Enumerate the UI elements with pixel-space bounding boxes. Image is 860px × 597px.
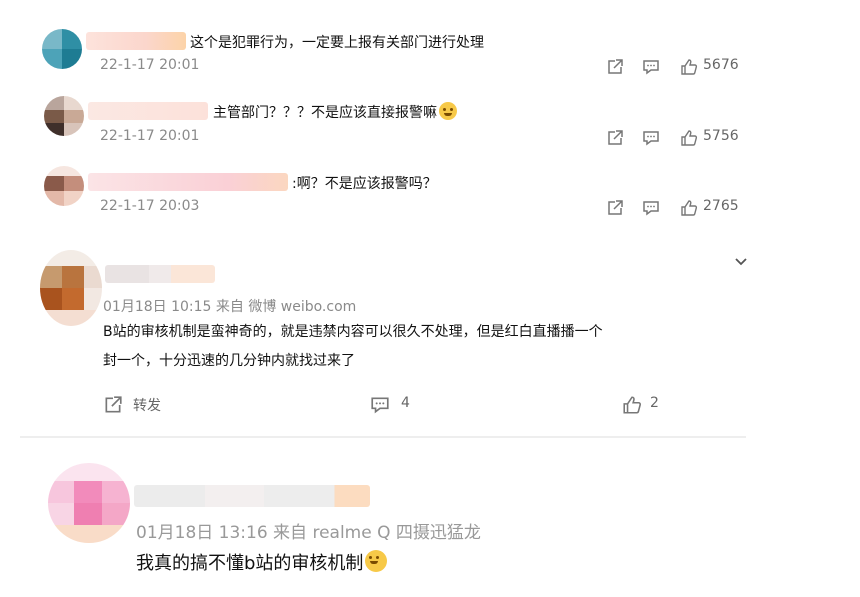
reply-list: 这个是犯罪行为，一定要上报有关部门进行处理 22-1-17 20:01 5676… — [20, 0, 742, 235]
emoji-icon — [439, 102, 457, 120]
share-icon[interactable] — [606, 199, 624, 217]
avatar[interactable] — [42, 29, 82, 69]
username-blurred[interactable] — [134, 485, 370, 507]
reply-text: 主管部门？？？不是应该直接报警嘛 — [213, 102, 457, 122]
comment-count: 4 — [401, 395, 410, 411]
thumbs-up-icon[interactable] — [680, 58, 698, 76]
reply-time: 22-1-17 20:03 — [100, 198, 200, 214]
comment-text: 我真的搞不懂b站的审核机制 — [136, 549, 388, 575]
reply-text: 这个是犯罪行为，一定要上报有关部门进行处理 — [190, 35, 484, 51]
divider — [20, 436, 746, 438]
comment-icon[interactable] — [642, 199, 660, 217]
avatar[interactable] — [44, 96, 84, 136]
weibo-comment: 01月18日 13:16 来自 realme Q 四摄迅猛龙 我真的搞不懂b站的… — [20, 445, 756, 595]
like-count: 5756 — [703, 128, 739, 144]
reply-time: 22-1-17 20:01 — [100, 128, 200, 144]
grinning-sweat-emoji-icon — [365, 550, 388, 572]
thumbs-up-icon[interactable] — [680, 129, 698, 147]
comment-icon[interactable] — [642, 58, 660, 76]
reply-text: :啊？不是应该报警吗？ — [292, 176, 437, 192]
avatar[interactable] — [40, 250, 102, 326]
like-count: 2765 — [703, 198, 739, 214]
weibo-comment: 01月18日 10:15 来自 微博 weibo.com B站的审核机制是蛮神奇… — [20, 238, 747, 434]
comment-icon[interactable] — [642, 129, 660, 147]
avatar[interactable] — [48, 463, 130, 543]
username-blurred[interactable] — [105, 265, 215, 283]
comment-text-line1: B站的审核机制是蛮神奇的，就是违禁内容可以很久不处理，但是红白直播播一个 — [103, 324, 603, 340]
chevron-down-icon[interactable] — [732, 252, 750, 270]
like-count: 5676 — [703, 57, 739, 73]
comment-meta: 01月18日 10:15 来自 微博 weibo.com — [103, 299, 357, 315]
comment-icon[interactable] — [370, 395, 390, 415]
repost-label[interactable]: 转发 — [133, 395, 161, 415]
username-blurred[interactable] — [86, 32, 186, 50]
thumbs-up-icon[interactable] — [680, 199, 698, 217]
share-icon[interactable] — [606, 58, 624, 76]
username-blurred[interactable] — [88, 173, 288, 191]
comment-meta: 01月18日 13:16 来自 realme Q 四摄迅猛龙 — [136, 523, 481, 543]
like-count: 2 — [650, 395, 659, 411]
thumbs-up-icon[interactable] — [622, 395, 642, 415]
share-icon[interactable] — [606, 129, 624, 147]
comment-text-line2: 封一个，十分迅速的几分钟内就找过来了 — [103, 353, 355, 369]
username-blurred[interactable] — [88, 102, 208, 120]
avatar[interactable] — [44, 166, 84, 206]
share-icon[interactable] — [103, 395, 123, 415]
reply-time: 22-1-17 20:01 — [100, 57, 200, 73]
